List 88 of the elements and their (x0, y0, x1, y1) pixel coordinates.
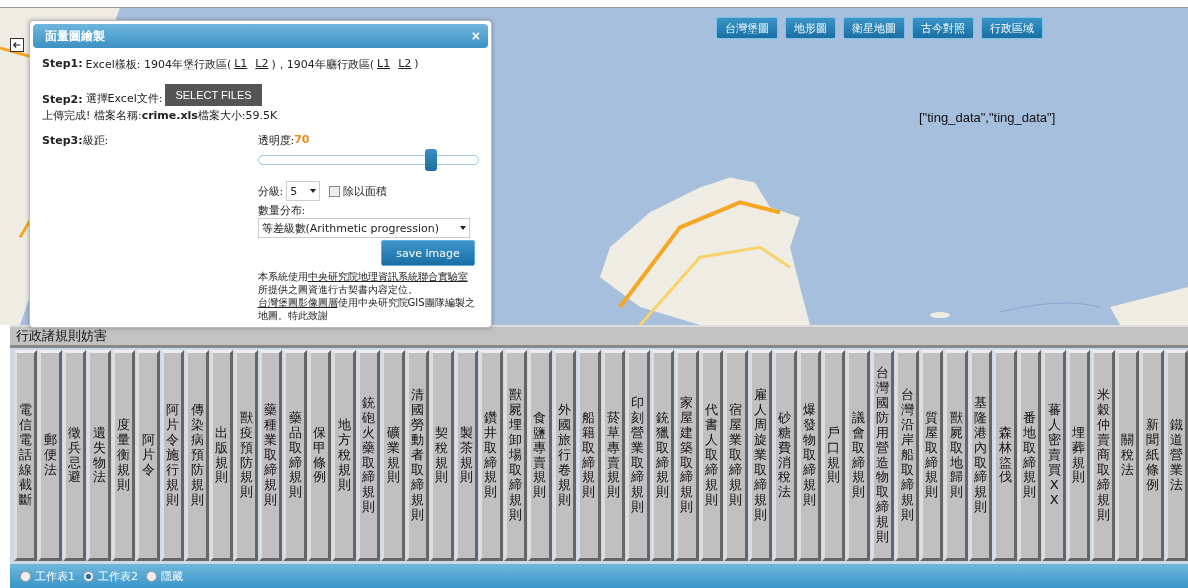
column-header-button[interactable]: 關稅法 (1115, 350, 1140, 561)
column-header-button[interactable]: 宿屋業取締規則 (724, 350, 748, 561)
column-header-button[interactable]: 保甲條例 (307, 350, 332, 561)
template-link[interactable]: L2 (255, 57, 269, 72)
column-header-button[interactable]: 代書人取締規則 (699, 350, 724, 561)
column-header-button[interactable]: 製茶規則 (454, 350, 479, 561)
column-header-button[interactable]: 家屋建築取締規則 (675, 350, 699, 561)
column-header-button[interactable]: 銃獵取締規則 (650, 350, 675, 561)
map-layer-button[interactable]: 衛星地圖 (843, 17, 905, 39)
column-header-button[interactable]: 銃砲火藥取締規則 (356, 350, 381, 561)
slider-thumb[interactable] (425, 149, 438, 171)
column-header-button[interactable]: 電信電話線截斷 (14, 350, 38, 561)
checkbox-label: 除以面積 (343, 183, 388, 199)
column-header-button[interactable]: 蕃人密賣買XX (1042, 350, 1066, 561)
radio-button[interactable] (146, 570, 157, 582)
template-text: Excel樣板: 1904年堡行政區( (85, 57, 232, 72)
template-link[interactable]: L1 (234, 57, 248, 72)
column-header-button[interactable]: 徵兵忌避 (62, 350, 87, 561)
column-header-button[interactable]: 議會取締規則 (846, 350, 870, 561)
column-header-button[interactable]: 台灣沿岸船取締規則 (895, 350, 919, 561)
map-layer-button[interactable]: 台灣堡圖 (716, 17, 778, 39)
column-header-button[interactable]: 鑽井取締規則 (479, 350, 503, 561)
upload-status: 上傳完成! 檔案名稱:crime.xls檔案大小:59.5K (42, 108, 279, 123)
map-layer-button[interactable]: 地形圖 (785, 17, 836, 39)
column-header-button[interactable]: 番地取締規則 (1017, 350, 1042, 561)
back-arrow-icon[interactable] (10, 38, 24, 52)
column-header-button[interactable]: 鐵道營業法 (1164, 350, 1188, 561)
column-header-button[interactable]: 藥種業取締規則 (258, 350, 283, 561)
template-text: )，1904年廳行政區( (271, 57, 375, 72)
select-files-button[interactable]: SELECT FILES (165, 84, 262, 106)
column-header-button[interactable]: 郵便法 (38, 350, 62, 561)
save-image-button[interactable]: save image (381, 240, 475, 266)
column-header-button[interactable]: 外國旅行卷規則 (552, 350, 577, 561)
column-header-button[interactable]: 契稅規則 (430, 350, 454, 561)
column-header-button[interactable]: 爆發物取締規則 (797, 350, 821, 561)
column-header-button[interactable]: 森林盜伐 (993, 350, 1017, 561)
map-layer-button[interactable]: 行政區域 (981, 17, 1043, 39)
file-label: 選擇Excel文件: (85, 91, 163, 106)
column-header-button[interactable]: 基隆港內取締規則 (968, 350, 993, 561)
opacity-slider[interactable] (257, 149, 479, 171)
credits-link[interactable]: 台灣堡圖影像圖層 (257, 297, 338, 308)
column-header-button[interactable]: 度量衡規則 (111, 350, 136, 561)
classes-label: 分級: (257, 183, 284, 199)
column-header-button[interactable]: 獸屍取地歸則 (944, 350, 968, 561)
step-label: Step3: (42, 134, 83, 147)
step-label: Step2: (42, 93, 83, 106)
distribution-select[interactable]: 等差級數(Arithmetic progression) (257, 218, 470, 238)
radio-button[interactable] (20, 570, 31, 582)
column-header-button[interactable]: 印刻營業取締規則 (626, 350, 650, 561)
column-header-button[interactable]: 獸屍埋卸場取締規則 (503, 350, 528, 561)
column-header-button[interactable]: 台灣國防用營造物取締規則 (870, 350, 895, 561)
column-header-button[interactable]: 遺失物法 (87, 350, 111, 561)
column-header-button[interactable]: 阿片令 (136, 350, 160, 561)
column-header-button[interactable]: 質屋取締規則 (919, 350, 944, 561)
distribution-label: 數量分布: (257, 203, 307, 218)
opacity-label: 透明度: (257, 133, 295, 148)
class-interval-label: 級距: (82, 134, 109, 147)
column-header-button[interactable]: 阿片令施行規則 (160, 350, 185, 561)
column-header-button[interactable]: 獸疫預防規則 (234, 350, 258, 561)
dialog-title: 面量圖繪製 (45, 27, 105, 45)
radio-button[interactable] (83, 570, 94, 582)
column-header-button[interactable]: 出版規則 (209, 350, 234, 561)
template-link[interactable]: L2 (398, 57, 412, 72)
column-header-button[interactable]: 船籍取締規則 (577, 350, 601, 561)
column-header-button[interactable]: 菸草專賣規則 (601, 350, 626, 561)
column-header-button[interactable]: 傳染病預防規則 (185, 350, 209, 561)
column-header-button[interactable]: 清國勞動者取締規則 (405, 350, 430, 561)
column-header-button[interactable]: 新聞紙條例 (1140, 350, 1164, 561)
column-header-button[interactable]: 砂糖費消稅法 (773, 350, 797, 561)
map-layer-button[interactable]: 古今對照 (912, 17, 974, 39)
column-header-button[interactable]: 戶口規則 (822, 350, 846, 561)
template-text: ) (414, 57, 419, 72)
column-header-button[interactable]: 埋葬規則 (1066, 350, 1091, 561)
column-header-button[interactable]: 藥品取締規則 (283, 350, 307, 561)
checkbox[interactable] (329, 185, 341, 197)
step-label: Step1: (42, 57, 83, 72)
classes-select[interactable]: 5 (286, 181, 321, 201)
credits-text: 本系統使用中央研究院地理資訊系統聯合實驗室 所提供之圖資進行古契書內容定位。 台灣堡圖影像圖層使用中央研究院GIS團隊編製之地圖。特此致謝 (257, 270, 476, 322)
opacity-value: 70 (294, 133, 310, 148)
column-header-button[interactable]: 食鹽專賣規則 (528, 350, 552, 561)
template-link[interactable]: L1 (377, 57, 391, 72)
table-title: 行政諸規則妨害 (16, 327, 107, 345)
map-overlay-text: ["ting_data","ting_data"] (919, 110, 1056, 125)
column-header-button[interactable]: 礦業規則 (381, 350, 405, 561)
column-header-button[interactable]: 地方稅規則 (332, 350, 356, 561)
column-header-button[interactable]: 雇人周旋業取締規則 (748, 350, 772, 561)
column-header-button[interactable]: 米穀仲賣商取締規則 (1091, 350, 1115, 561)
credits-link[interactable]: 中央研究院地理資訊系統聯合實驗室 (307, 271, 468, 282)
